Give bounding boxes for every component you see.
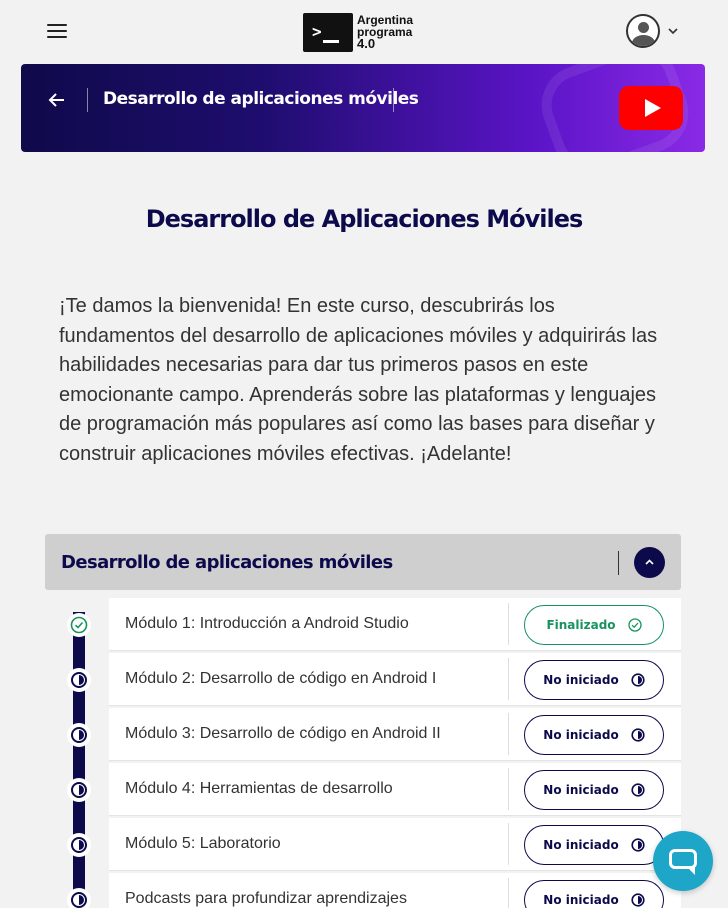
- chevron-up-icon: [645, 559, 654, 565]
- half-circle-icon: [67, 668, 91, 692]
- accordion-title: Desarrollo de aplicaciones móviles: [61, 552, 393, 573]
- half-circle-icon: [631, 728, 645, 742]
- module-row[interactable]: Módulo 5: Laboratorio No iniciado: [109, 818, 681, 871]
- module-row[interactable]: Módulo 3: Desarrollo de código en Androi…: [109, 708, 681, 761]
- check-circle-icon: [67, 613, 91, 637]
- banner-title: Desarrollo de aplicaciones móviles: [103, 89, 419, 109]
- half-circle-icon: [631, 783, 645, 797]
- banner-divider: [393, 88, 394, 112]
- module-title: Módulo 5: Laboratorio: [125, 835, 281, 852]
- course-banner: Desarrollo de aplicaciones móviles: [21, 64, 705, 152]
- terminal-icon: >: [303, 12, 353, 52]
- module-title: Módulo 1: Introducción a Android Studio: [125, 615, 409, 632]
- status-badge-pending[interactable]: No iniciado: [524, 660, 664, 700]
- module-title: Podcasts para profundizar aprendizajes: [125, 890, 407, 907]
- module-accordion-header[interactable]: Desarrollo de aplicaciones móviles: [45, 534, 681, 590]
- progress-timeline: [73, 612, 85, 908]
- status-badge-pending[interactable]: No iniciado: [524, 825, 664, 865]
- half-circle-icon: [67, 723, 91, 747]
- logo-line-3: 4.0: [357, 36, 376, 51]
- module-title: Módulo 3: Desarrollo de código en Androi…: [125, 725, 441, 742]
- half-circle-icon: [67, 888, 91, 908]
- argentina-programa-logo[interactable]: > Argentina programa 4.0: [303, 12, 413, 52]
- status-label: Finalizado: [546, 618, 616, 632]
- status-label: No iniciado: [543, 783, 619, 797]
- page-title: Desarrollo de Aplicaciones Móviles: [145, 205, 584, 233]
- status-badge-done[interactable]: Finalizado: [524, 605, 664, 645]
- status-label: No iniciado: [543, 728, 619, 742]
- banner-divider: [87, 88, 88, 112]
- status-label: No iniciado: [543, 673, 619, 687]
- chevron-down-icon[interactable]: [668, 26, 678, 36]
- row-divider: [508, 823, 509, 865]
- course-intro: ¡Te damos la bienvenida! En este curso, …: [59, 295, 658, 465]
- accordion-divider: [618, 551, 619, 575]
- row-divider: [508, 768, 509, 810]
- half-circle-icon: [631, 838, 645, 852]
- row-divider: [508, 658, 509, 700]
- chat-bubble-icon: [669, 849, 697, 869]
- hamburger-menu-icon[interactable]: [47, 24, 67, 40]
- half-circle-icon: [67, 833, 91, 857]
- module-row[interactable]: Módulo 4: Herramientas de desarrollo No i…: [109, 763, 681, 816]
- status-label: No iniciado: [543, 893, 619, 907]
- top-bar: > Argentina programa 4.0: [0, 0, 728, 64]
- arrow-left-icon[interactable]: [47, 90, 67, 110]
- status-badge-pending[interactable]: No iniciado: [524, 880, 664, 908]
- chat-button[interactable]: [653, 831, 713, 891]
- module-row[interactable]: Módulo 2: Desarrollo de código en Androi…: [109, 653, 681, 706]
- user-menu[interactable]: [626, 14, 678, 48]
- check-circle-icon: [627, 618, 642, 632]
- logo-text: Argentina programa 4.0: [357, 14, 413, 50]
- youtube-play-icon[interactable]: [619, 86, 683, 130]
- half-circle-icon: [631, 673, 645, 687]
- collapse-button[interactable]: [634, 547, 665, 578]
- half-circle-icon: [67, 778, 91, 802]
- status-label: No iniciado: [543, 838, 619, 852]
- half-circle-icon: [631, 893, 645, 907]
- module-row[interactable]: Podcasts para profundizar aprendizajes No…: [109, 873, 681, 908]
- avatar[interactable]: [626, 14, 660, 48]
- module-title: Módulo 4: Herramientas de desarrollo: [125, 780, 393, 797]
- status-badge-pending[interactable]: No iniciado: [524, 770, 664, 810]
- module-title: Módulo 2: Desarrollo de código en Androi…: [125, 670, 437, 687]
- row-divider: [508, 878, 509, 908]
- module-row[interactable]: Módulo 1: Introducción a Android Studio F…: [109, 598, 681, 651]
- row-divider: [508, 713, 509, 755]
- status-badge-pending[interactable]: No iniciado: [524, 715, 664, 755]
- row-divider: [508, 603, 509, 645]
